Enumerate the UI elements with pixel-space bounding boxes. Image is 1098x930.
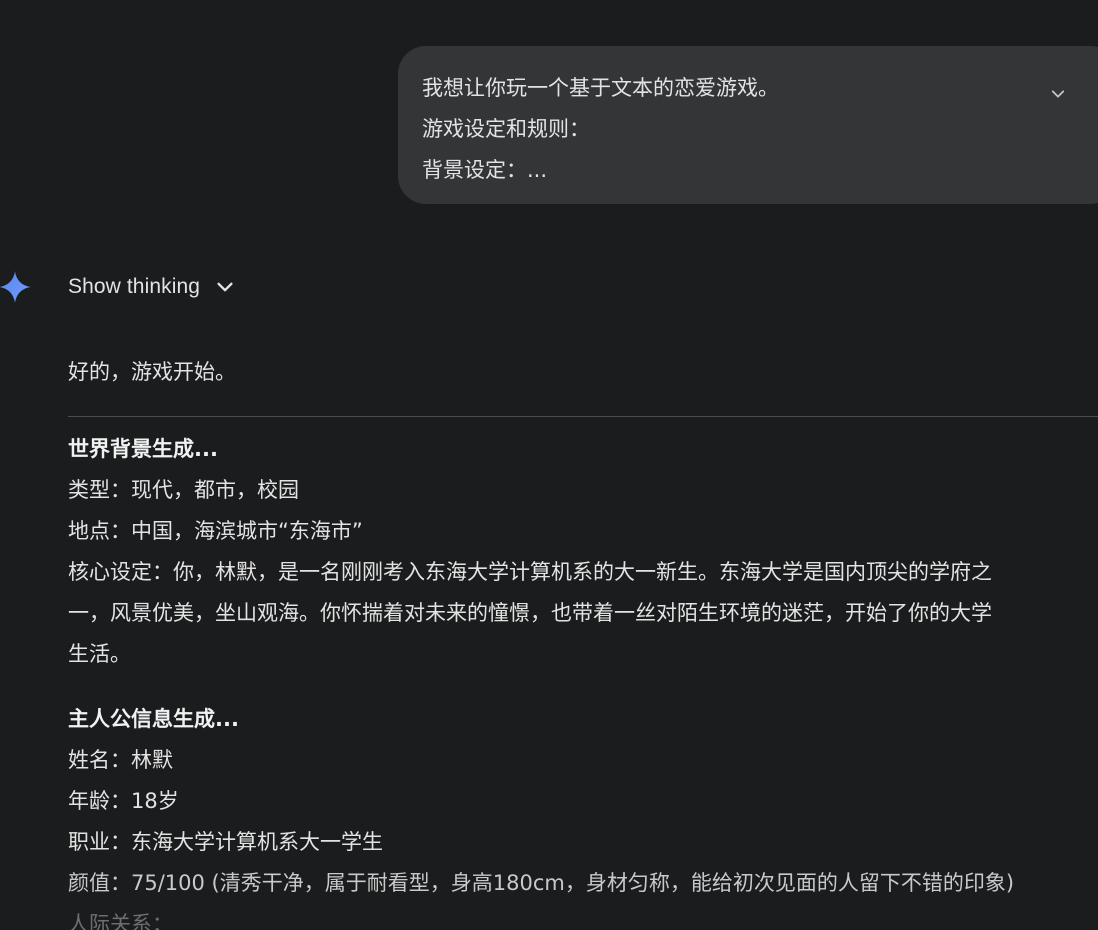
- world-line: 类型：现代，都市，校园: [68, 478, 299, 502]
- show-thinking-button[interactable]: Show thinking: [68, 270, 236, 304]
- protagonist-line: 人际关系：: [68, 912, 173, 930]
- user-prompt-line: 我想让你玩一个基于文本的恋爱游戏。: [422, 76, 779, 100]
- show-thinking-label: Show thinking: [68, 275, 201, 298]
- user-prompt-bubble: 我想让你玩一个基于文本的恋爱游戏。 游戏设定和规则： 背景设定：...: [398, 46, 1098, 204]
- world-line: 生活。: [68, 642, 131, 666]
- user-prompt-line: 游戏设定和规则：: [422, 117, 590, 141]
- chevron-down-icon: [217, 282, 233, 292]
- protagonist-line: 姓名：林默: [68, 748, 173, 772]
- world-line: 核心设定：你，林默，是一名刚刚考入东海大学计算机系的大一新生。东海大学是国内顶尖…: [68, 560, 992, 584]
- protagonist-line: 颜值：75/100 (清秀干净，属于耐看型，身高180cm，身材匀称，能给初次见…: [68, 871, 1015, 895]
- protagonist-line: 职业：东海大学计算机系大一学生: [68, 830, 383, 854]
- response-divider: [68, 416, 1098, 417]
- expand-prompt-button[interactable]: [1044, 80, 1072, 108]
- chevron-down-icon: [1051, 90, 1065, 98]
- protagonist-heading: 主人公信息生成...: [68, 707, 239, 731]
- world-line: 一，风景优美，坐山观海。你怀揣着对未来的憧憬，也带着一丝对陌生环境的迷茫，开始了…: [68, 601, 992, 625]
- world-line: 地点：中国，海滨城市“东海市”: [68, 519, 363, 543]
- gemini-sparkle-icon: [0, 271, 31, 303]
- model-response: 好的，游戏开始。 世界背景生成... 类型：现代，都市，校园 地点：中国，海滨城…: [68, 352, 1098, 930]
- response-intro: 好的，游戏开始。: [68, 360, 236, 384]
- user-prompt-line: 背景设定：...: [422, 158, 548, 182]
- protagonist-line: 年龄：18岁: [68, 789, 179, 813]
- world-heading: 世界背景生成...: [68, 437, 218, 461]
- chat-viewport: 我想让你玩一个基于文本的恋爱游戏。 游戏设定和规则： 背景设定：... Show…: [0, 0, 1098, 930]
